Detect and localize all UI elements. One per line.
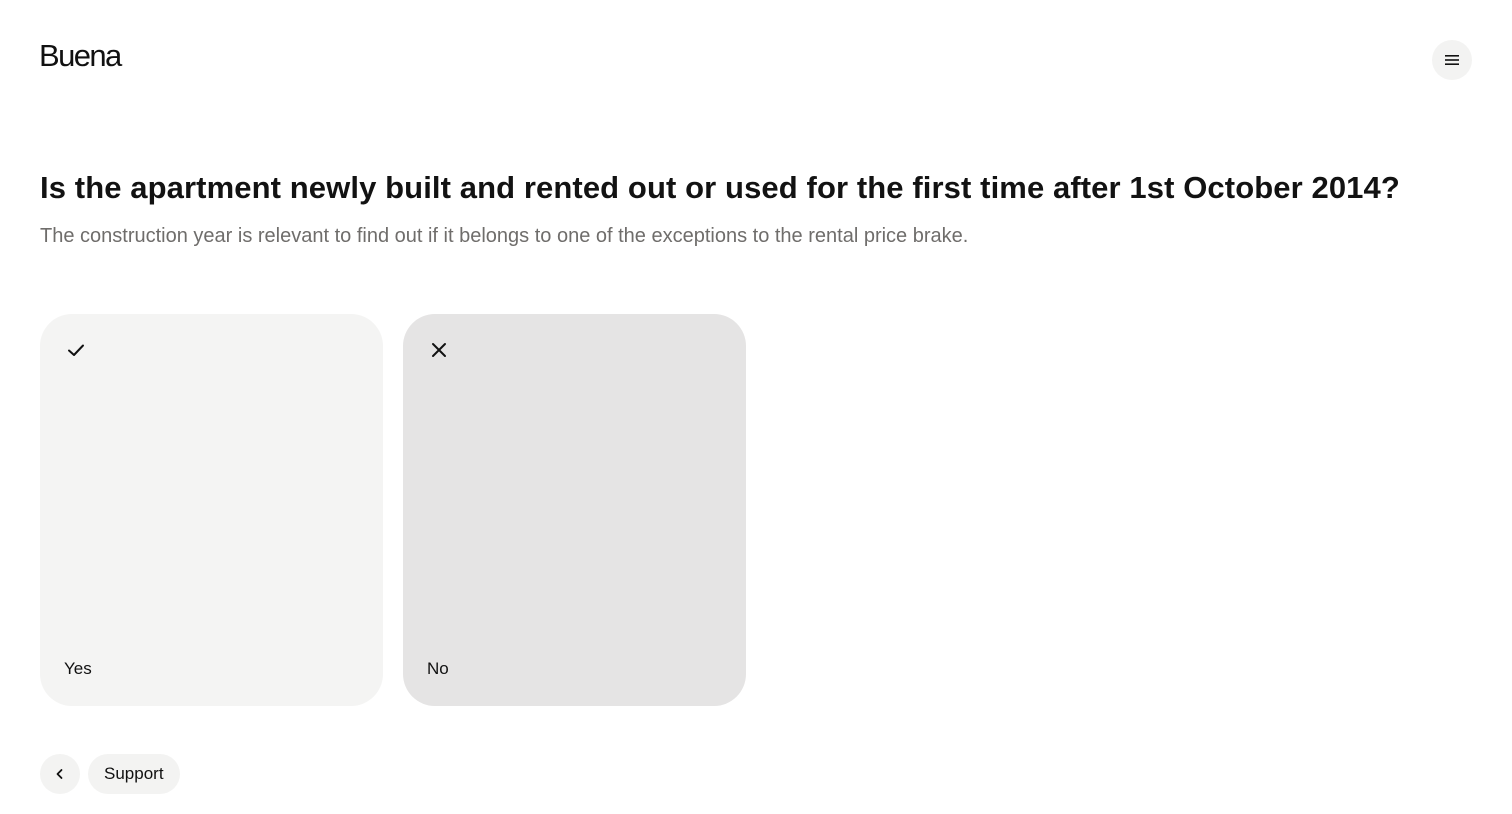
- option-yes-label: Yes: [64, 659, 92, 678]
- option-no-card[interactable]: No: [403, 314, 746, 706]
- support-button[interactable]: Support: [88, 754, 180, 794]
- menu-button[interactable]: [1432, 40, 1472, 80]
- close-icon: [432, 343, 446, 357]
- hamburger-menu-icon: [1445, 55, 1459, 65]
- option-no-label: No: [427, 659, 449, 678]
- back-button[interactable]: [40, 754, 80, 794]
- check-icon: [68, 344, 84, 356]
- option-yes-card[interactable]: Yes: [40, 314, 383, 706]
- page: Buena Is the apartment newly built and r…: [0, 0, 1512, 814]
- chevron-left-icon: [56, 769, 63, 779]
- answer-options: Yes No: [40, 314, 746, 706]
- question-title: Is the apartment newly built and rented …: [40, 170, 1400, 205]
- footer-actions: Support: [40, 754, 180, 794]
- logo[interactable]: Buena: [39, 36, 122, 76]
- question-description: The construction year is relevant to fin…: [40, 225, 969, 247]
